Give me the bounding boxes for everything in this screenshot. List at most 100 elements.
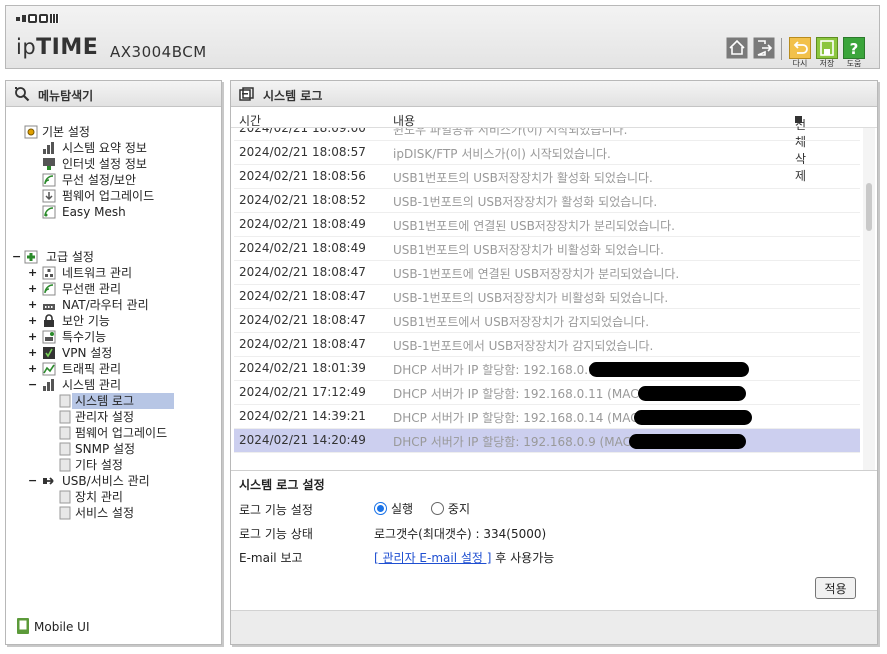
log-time: 2024/02/21 18:09:00: [239, 128, 366, 135]
log-message: DHCP 서버가 IP 할당함: 192.168.0.11 (MAC: [393, 387, 639, 401]
run-radio[interactable]: 실행: [374, 502, 413, 516]
log-row[interactable]: 2024/02/21 18:08:47 USB-1번포트에서 USB저장장치가 감…: [234, 333, 860, 357]
menu-system-management[interactable]: 시스템 관리: [62, 377, 121, 393]
network-icon: [42, 266, 56, 280]
log-time: 2024/02/21 18:01:39: [239, 361, 366, 375]
admin-email-settings-link[interactable]: [ 관리자 E-mail 설정 ]: [374, 551, 491, 565]
brand-logo-dots: [16, 14, 59, 23]
log-message: USB-1번포트에서 USB저장장치가 감지되었습니다.: [393, 339, 654, 353]
log-row[interactable]: 2024/02/21 18:08:49 USB1번포트의 USB저장장치가 비활성…: [234, 237, 860, 261]
expand-toggle-vpn[interactable]: +: [28, 347, 37, 359]
window-icon: [239, 87, 254, 101]
mobile-ui-link[interactable]: Mobile UI: [16, 618, 90, 634]
log-settings-title: 시스템 로그 설정: [239, 478, 325, 492]
menu-special-functions[interactable]: 특수기능: [62, 329, 106, 345]
redaction-mark: [629, 434, 746, 449]
menu-security[interactable]: 보안 기능: [62, 313, 110, 329]
log-message: DHCP 서버가 IP 할당함: 192.168.0.9 (MAC: [393, 435, 631, 449]
menu-firmware-upgrade[interactable]: 펌웨어 업그레이드: [62, 188, 154, 204]
log-scrollbar[interactable]: [863, 128, 875, 470]
log-list[interactable]: 2024/02/21 18:09:00 윈도우 파일공유 서비스가(이) 시작되었…: [234, 128, 860, 470]
log-function-label: 로그 기능 설정: [239, 503, 313, 517]
menu-traffic-management[interactable]: 트래픽 관리: [62, 361, 121, 377]
mobile-phone-icon: [17, 618, 29, 634]
log-message: USB1번포트의 USB저장장치가 활성화 되었습니다.: [393, 171, 653, 185]
special-function-icon: [42, 330, 56, 344]
log-time: 2024/02/21 18:08:56: [239, 169, 366, 183]
menu-internet-info[interactable]: 인터넷 설정 정보: [62, 156, 147, 172]
stop-radio[interactable]: 중지: [430, 502, 470, 516]
log-row[interactable]: 2024/02/21 18:08:49 USB1번포트에 연결된 USB저장장치가…: [234, 213, 860, 237]
bar-chart-icon: [43, 142, 54, 154]
home-icon[interactable]: [726, 37, 748, 59]
log-time: 2024/02/21 18:08:49: [239, 217, 366, 231]
expand-toggle-nat[interactable]: +: [28, 299, 37, 311]
log-row[interactable]: 2024/02/21 18:08:52 USB-1번포트의 USB저장장치가 활성…: [234, 189, 860, 213]
log-message: USB-1번포트의 USB저장장치가 활성화 되었습니다.: [393, 195, 658, 209]
menu-admin-settings[interactable]: 관리자 설정: [75, 409, 134, 425]
menu-network-management[interactable]: 네트워크 관리: [62, 265, 132, 281]
menu-service-settings[interactable]: 서비스 설정: [75, 505, 134, 521]
log-table-header: 시간 내용 전체 삭제: [231, 108, 877, 183]
log-row[interactable]: 2024/02/21 17:12:49 DHCP 서버가 IP 할당함: 192.…: [234, 381, 860, 405]
menu-advanced-settings[interactable]: 고급 설정: [46, 249, 94, 265]
lock-icon: [44, 314, 54, 327]
expand-toggle-network[interactable]: +: [28, 267, 37, 279]
collapse-toggle-advanced[interactable]: −: [12, 251, 21, 263]
log-row[interactable]: 2024/02/21 18:08:47 USB1번포트에서 USB저장장치가 감지…: [234, 309, 860, 333]
log-status-value: 로그갯수(최대갯수) : 334(5000): [374, 527, 547, 541]
menu-wireless-lan-management[interactable]: 무선랜 관리: [62, 281, 121, 297]
menu-system-log[interactable]: 시스템 로그: [72, 393, 174, 409]
bottom-bar: [231, 610, 877, 644]
menu-system-summary[interactable]: 시스템 요약 정보: [62, 140, 147, 156]
collapse-toggle-system[interactable]: −: [28, 379, 37, 391]
log-message: DHCP 서버가 IP 할당함: 192.168.0.14 (MAC: [393, 411, 639, 425]
expand-toggle-traffic[interactable]: +: [28, 363, 37, 375]
logout-icon[interactable]: [753, 37, 775, 59]
log-message: 윈도우 파일공유 서비스가(이) 시작되었습니다.: [393, 128, 628, 137]
log-time: 2024/02/21 18:08:52: [239, 193, 366, 207]
menu-system-firmware-upgrade[interactable]: 펌웨어 업그레이드: [75, 425, 167, 441]
internet-icon: [43, 158, 55, 170]
log-row[interactable]: 2024/02/21 18:08:47 USB-1번포트에 연결된 USB저장장치…: [234, 261, 860, 285]
log-row[interactable]: 2024/02/21 18:09:00 윈도우 파일공유 서비스가(이) 시작되었…: [234, 128, 860, 141]
log-row[interactable]: 2024/02/21 18:08:56 USB1번포트의 USB저장장치가 활성화…: [234, 165, 860, 189]
expand-toggle-wireless[interactable]: +: [28, 283, 37, 295]
collapse-toggle-usb[interactable]: −: [28, 475, 37, 487]
help-icon[interactable]: ?: [843, 37, 865, 59]
radio-on-icon: [374, 502, 387, 515]
column-time: 시간: [239, 114, 262, 128]
log-row[interactable]: 2024/02/21 18:08:57 ipDISK/FTP 서비스가(이) 시작…: [234, 141, 860, 165]
menu-basic-settings[interactable]: 기본 설정: [42, 124, 90, 140]
system-management-icon: [43, 379, 54, 391]
mesh-icon: [42, 205, 56, 219]
menu-wireless-security[interactable]: 무선 설정/보안: [62, 172, 136, 188]
expand-toggle-special[interactable]: +: [28, 331, 37, 343]
save-icon[interactable]: [816, 37, 838, 59]
log-scrollbar-thumb[interactable]: [866, 183, 872, 231]
menu-snmp-settings[interactable]: SNMP 설정: [75, 441, 135, 457]
log-time: 2024/02/21 18:08:47: [239, 265, 366, 279]
menu-easy-mesh[interactable]: Easy Mesh: [62, 204, 126, 220]
menu-nat-router[interactable]: NAT/라우터 관리: [62, 297, 149, 313]
wireless-lan-icon: [42, 282, 56, 296]
log-row-partial[interactable]: [234, 453, 860, 470]
log-row[interactable]: 2024/02/21 14:20:49 DHCP 서버가 IP 할당함: 192.…: [234, 429, 860, 453]
wireless-icon: [42, 173, 56, 187]
log-row[interactable]: 2024/02/21 18:01:39 DHCP 서버가 IP 할당함: 192.…: [234, 357, 860, 381]
expand-toggle-security[interactable]: +: [28, 315, 37, 327]
menu-other-settings[interactable]: 기타 설정: [75, 457, 123, 473]
log-time: 2024/02/21 18:08:57: [239, 145, 366, 159]
header-bar: ipTIME AX3004BCM 다시 저장 ? 도움: [5, 5, 880, 69]
undo-icon[interactable]: [789, 37, 811, 59]
log-row[interactable]: 2024/02/21 18:08:47 USB-1번포트의 USB저장장치가 비활…: [234, 285, 860, 309]
menu-device-management[interactable]: 장치 관리: [75, 489, 123, 505]
apply-button[interactable]: 적용: [815, 577, 856, 599]
menu-usb-service-management[interactable]: USB/서비스 관리: [62, 473, 150, 489]
log-time: 2024/02/21 14:20:49: [239, 433, 366, 447]
log-message: USB-1번포트에 연결된 USB저장장치가 분리되었습니다.: [393, 267, 680, 281]
menu-vpn-settings[interactable]: VPN 설정: [62, 345, 112, 361]
log-row[interactable]: 2024/02/21 14:39:21 DHCP 서버가 IP 할당함: 192.…: [234, 405, 860, 429]
log-time: 2024/02/21 18:08:47: [239, 289, 366, 303]
menu-explorer-title: 메뉴탐색기: [38, 89, 94, 103]
